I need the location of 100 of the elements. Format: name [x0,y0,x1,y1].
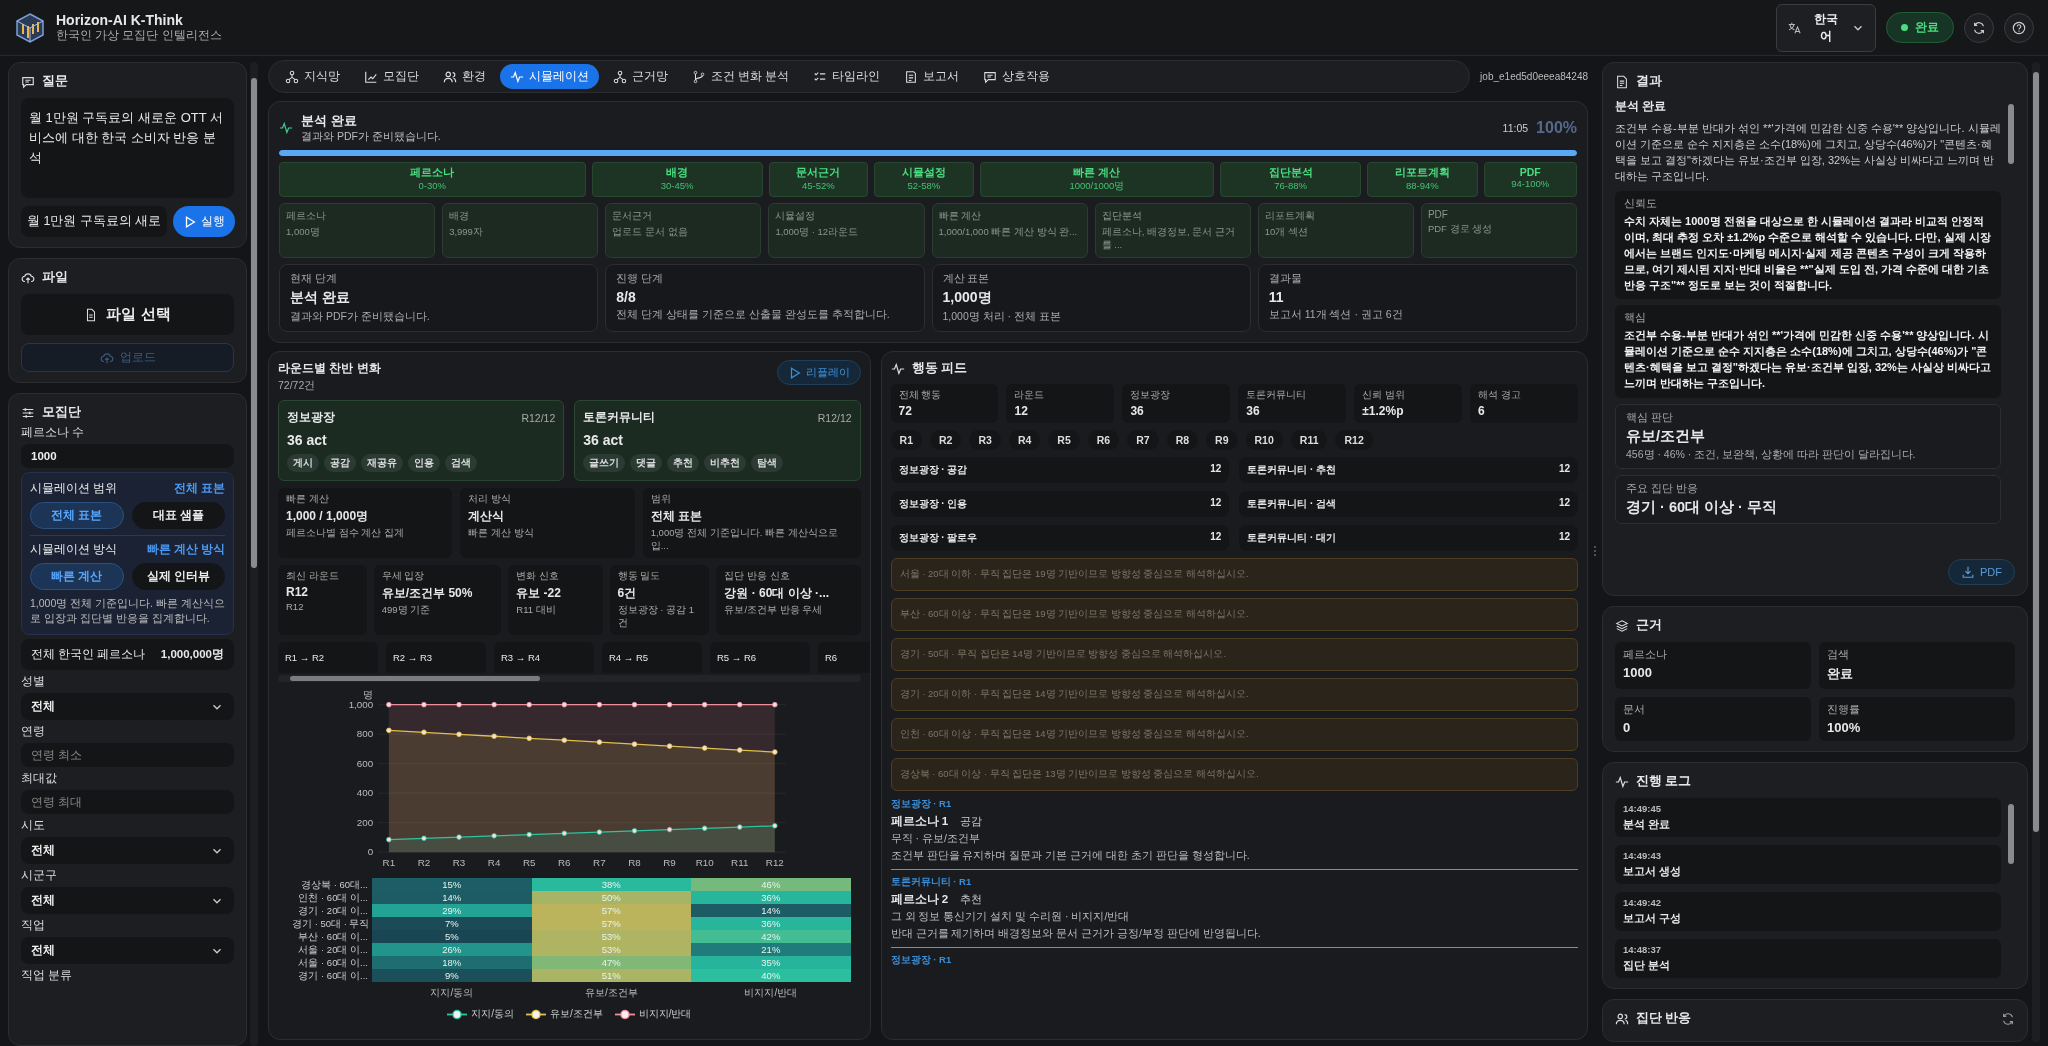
judgement-label: 주요 집단 반응 [1626,482,1699,497]
heatmap-cell: 36% [691,891,851,904]
stat-label: 변화 신호 [516,570,560,583]
evidence-label: 페르소나 [1623,648,1668,662]
tick-label: 600 [356,757,374,769]
action-tag: 비추천 [704,454,747,472]
detail-value: 10개 섹션 [1264,226,1309,239]
heatmap-cell: 14% [691,904,851,917]
stat-value: 유보/조건부 50% [381,585,474,602]
card-title: 파일 [42,269,68,286]
action-count: 12 [1558,497,1570,510]
block-label: 핵심 [1624,311,1647,326]
log-time: 14:48:37 [1623,944,1663,955]
transition-label: R3 → R4 [501,652,541,663]
heatmap-cell: 29% [372,904,532,917]
evidence-value: 100% [1827,720,1862,735]
tick-label: R5 [522,857,536,869]
tick-label: 800 [356,728,374,740]
detail-label: 집단분석 [1101,209,1143,223]
row-label: 경상북 · 60대... [300,878,369,891]
block-text: 조건부 수용-부분 반대가 섞인 **'가격에 민감한 신중 수용'** 양상입니다. 시뮬레이션 기준으로 순수 지지층은 소수(18%)에 그치고, 상당수(46%)가 "콘텐츠·혜택을 보고 결정"하겠다는 유보·조건부 입장, 32%는 사실상 비싸다고 느끼며 반대하는 구조입니다. [1624,328,1992,392]
action-label: 토론커뮤니티 · 검색 [1247,497,1337,511]
stage-range: 52-58% [907,180,941,191]
stage-name: 집단분석 [1268,166,1313,180]
column-label: 비지지/반대 [743,986,799,1000]
stat-label: 토론커뮤니티 [1246,389,1308,402]
row-label: 경기 · 50대 · 무직 [292,917,371,930]
info-label: 범위 [650,493,672,506]
platform-round: R12/12 [521,411,556,424]
setting-note: 1,000명 전체 기준입니다. 빠른 계산식으로 입장과 집단별 반응을 집계합니다. [30,596,225,627]
detail-label: 빠른 계산 [938,209,983,223]
stage-range: 94-100% [1511,178,1550,189]
platform-round: R12/12 [817,411,852,424]
action-tag: 검색 [445,454,477,472]
stage-range: 76-88% [1274,180,1308,191]
app-title: Horizon-AI K-Think [56,12,184,28]
log-text: 집단 분석 [1623,959,1671,973]
result-summary: 조건부 수용-부분 반대가 섞인 **'가격에 민감한 신중 수용'** 양상입니다. 시뮬레이션 기준으로 순수 지지층은 소수(18%)에 그치고, 상당수(46%)가 "콘텐츠·혜택을 보고 결정"하겠다는 유보·조건부 입장, 32%는 사실상 비싸다고 느끼며 반대하는 구조입니다. [1615,121,2001,184]
tick-label: 400 [356,787,374,799]
action-label: 토론커뮤니티 · 추천 [1247,463,1337,477]
heatmap-cell: 36% [691,917,851,930]
setting-value: 빠른 계산 방식 [146,542,225,557]
total-label: 전체 한국인 페르소나 [31,647,146,663]
action-tag: 공감 [324,454,356,472]
summary-label: 결과물 [1268,272,1303,286]
transition-label: R2 → R3 [393,652,433,663]
transition-label: R6 [825,652,838,663]
tick-label: R8 [628,857,641,869]
tick-label: R9 [663,857,676,869]
persona-meta: 무직 · 유보/조건부 [890,832,981,846]
log-time: 14:49:45 [1623,803,1663,814]
stage-name: 시뮬설정 [901,166,946,180]
heatmap-cell: 46% [691,878,851,891]
heatmap-cell: 51% [531,969,692,982]
judgement-value: 경기 · 60대 이상 · 무직 [1626,498,1778,518]
stat-note: 유보/조건부 반응 우세 [724,604,824,617]
action-tag: 탐색 [751,454,784,472]
evidence-value: 0 [1623,720,1632,735]
block-text: 수치 자체는 1000명 전원을 대상으로 한 시뮬레이션 결과라 비교적 안정적이며, 최대 추정 오차 ±1.2%p 수준으로 해석할 수 있습니다. 다만, 실제 시장에서는 브랜드 인지도·마케팅 메시지·실제 제공 콘텐츠 구성이 크게 작용하므로, 여기 제시된 지지·반대 비율은 **"실제 도입 전, 가격 수준에 대한 기초 반응 구조"** 정도로 보는 것이 적절합니다. [1624,213,1992,293]
row-label: 서울 · 60대 이... [297,956,369,969]
stage-range: 1000/1000명 [1069,180,1125,193]
card-title: 근거 [1636,617,1662,634]
platform-name: 토론커뮤니티 [583,409,656,426]
axis-label: 명 [363,689,374,701]
heatmap-cell: 57% [531,904,692,917]
field-label: 직업 [21,918,46,934]
detail-label: 배경 [449,209,471,223]
warning-text: 서울 · 20대 이하 · 무직 집단은 19명 기반이므로 방향성 중심으로 해석하십시오. [899,568,1249,579]
summary-note: 전체 단계 상태를 기준으로 산출물 완성도를 추적합니다. [616,308,891,322]
action-tag: 댓글 [630,454,663,472]
tick-label: R10 [695,857,714,869]
stat-note: 499명 기준 [381,604,432,617]
field-label: 최대값 [21,771,58,787]
action-label: 공감 [960,815,983,829]
platform-name: 정보광장 [287,409,335,426]
detail-value: 1,000명 [286,226,321,239]
judgement-label: 핵심 판단 [1626,411,1674,426]
heatmap-cell: 57% [531,917,692,930]
transition-label: R5 → R6 [717,652,757,663]
detail-value: 업로드 문서 없음 [612,226,689,239]
act-count: 36 act [583,432,624,448]
info-value: 계산식 [468,508,506,525]
info-value: 1,000 / 1,000명 [286,508,370,525]
heatmap-cell: 50% [531,891,692,904]
heatmap-cell: 35% [691,956,851,969]
action-count: 12 [1558,463,1570,476]
field-label: 시도 [21,818,46,834]
tick-label: R6 [558,857,571,869]
stat-note: 정보광장 · 공감 1건 [617,604,695,630]
heatmap-cell: 14% [372,891,532,904]
heatmap-cell: 53% [531,930,692,943]
evidence-label: 진행률 [1827,703,1861,717]
tick-label: 200 [356,816,374,828]
tick-label: 0 [367,846,374,858]
stat-label: 라운드 [1014,389,1046,402]
job-id: job_e1ed5d0eeea84248 [1480,71,1588,82]
detail-label: 리포트계획 [1264,209,1316,223]
detail-label: 시뮬설정 [775,209,817,223]
heatmap-cell: 38% [531,878,692,891]
stat-value: 6 [1478,404,1486,418]
